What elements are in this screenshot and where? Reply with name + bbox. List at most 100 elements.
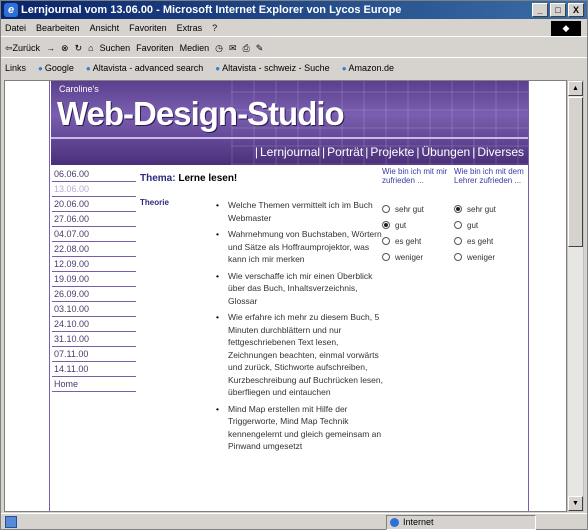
date-link[interactable]: 31.10.00: [52, 332, 136, 347]
date-list: 06.06.00 13.06.00 20.06.00 27.06.00 04.0…: [52, 167, 136, 392]
survey-option[interactable]: weniger: [454, 249, 526, 265]
date-link[interactable]: 03.10.00: [52, 302, 136, 317]
menu-datei[interactable]: Datei: [5, 19, 26, 36]
radio-button[interactable]: [382, 237, 390, 245]
self-rating-question: Wie bin ich mit mir zufrieden ...: [382, 167, 448, 185]
date-link[interactable]: 24.10.00: [52, 317, 136, 332]
radio-button[interactable]: [454, 237, 462, 245]
nav-portraet[interactable]: Porträt: [327, 145, 363, 159]
date-link[interactable]: 04.07.00: [52, 227, 136, 242]
list-item: Wahrnehmung von Buchstaben, Wörtern und …: [216, 228, 386, 266]
page-icon: [5, 516, 17, 528]
scroll-down-icon[interactable]: ▼: [568, 496, 583, 511]
theme-value: Lerne lesen!: [178, 173, 238, 184]
history-icon[interactable]: ◷: [215, 38, 223, 57]
radio-button[interactable]: [382, 253, 390, 261]
vertical-scrollbar[interactable]: ▲ ▼: [567, 80, 584, 512]
survey-option[interactable]: gut: [454, 217, 526, 233]
banner-small-text: Caroline's: [59, 84, 99, 94]
status-bar: Internet: [1, 513, 587, 530]
radio-button[interactable]: [382, 205, 390, 213]
media-button[interactable]: Medien: [180, 38, 210, 57]
date-link[interactable]: 06.06.00: [52, 167, 136, 182]
survey-option[interactable]: sehr gut: [382, 201, 454, 217]
radio-button-selected[interactable]: [382, 221, 390, 229]
date-link[interactable]: 14.11.00: [52, 362, 136, 377]
link-altavista-advanced[interactable]: Altavista - advanced search: [86, 59, 204, 78]
date-link[interactable]: 20.06.00: [52, 197, 136, 212]
favorites-button[interactable]: Favoriten: [136, 38, 174, 57]
minimize-button[interactable]: _: [532, 3, 548, 17]
theme-heading: Thema: Lerne lesen!: [140, 173, 237, 184]
scroll-thumb[interactable]: [568, 97, 583, 247]
survey-option[interactable]: es geht: [382, 233, 454, 249]
survey-option[interactable]: weniger: [382, 249, 454, 265]
nav-uebungen[interactable]: Übungen: [421, 145, 470, 159]
date-link[interactable]: 12.09.00: [52, 257, 136, 272]
list-item: Mind Map erstellen mit Hilfe der Trigger…: [216, 403, 386, 453]
close-button[interactable]: X: [568, 3, 584, 17]
list-item: Wie verschaffe ich mir einen Überblick ü…: [216, 270, 386, 308]
banner-title: Web-Design-Studio: [57, 95, 345, 132]
site-banner: Caroline's Web-Design-Studio | Lernjourna…: [51, 81, 528, 165]
main-nav: | Lernjournal | Porträt | Projekte | Übungen…: [254, 145, 524, 159]
theory-list: Welche Themen vermittelt ich im Buch Web…: [216, 199, 386, 457]
link-altavista-schweiz[interactable]: Altavista - schweiz - Suche: [215, 59, 330, 78]
teacher-rating-survey: Wie bin ich mit dem Lehrer zufrieden ...…: [454, 167, 526, 265]
mail-icon[interactable]: ✉: [229, 38, 237, 57]
menu-extras[interactable]: Extras: [177, 19, 203, 36]
theme-label: Thema:: [140, 173, 176, 184]
title-bar: e Lernjournal vom 13.06.00 - Microsoft I…: [1, 1, 587, 19]
nav-lernjournal[interactable]: Lernjournal: [260, 145, 320, 159]
menu-bearbeiten[interactable]: Bearbeiten: [36, 19, 80, 36]
teacher-rating-question: Wie bin ich mit dem Lehrer zufrieden ...: [454, 167, 524, 185]
date-link[interactable]: 22.08.00: [52, 242, 136, 257]
toolbar: ⇦Zurück → ⊗ ↻ ⌂ Suchen Favoriten Medien …: [1, 38, 587, 58]
window-title: Lernjournal vom 13.06.00 - Microsoft Int…: [21, 4, 402, 16]
nav-diverses[interactable]: Diverses: [477, 145, 524, 159]
home-icon[interactable]: ⌂: [88, 38, 93, 57]
date-link[interactable]: 26.09.00: [52, 287, 136, 302]
home-link[interactable]: Home: [52, 377, 136, 392]
links-label: Links: [5, 63, 27, 73]
forward-button[interactable]: →: [46, 38, 55, 57]
list-item: Welche Themen vermittelt ich im Buch Web…: [216, 199, 386, 224]
browser-window: e Lernjournal vom 13.06.00 - Microsoft I…: [0, 0, 588, 530]
search-button[interactable]: Suchen: [100, 38, 131, 57]
menu-bar: Datei Bearbeiten Ansicht Favoriten Extra…: [1, 19, 587, 37]
throbber-icon: ◆: [551, 21, 581, 36]
maximize-button[interactable]: □: [550, 3, 566, 17]
nav-projekte[interactable]: Projekte: [370, 145, 414, 159]
date-link[interactable]: 19.09.00: [52, 272, 136, 287]
radio-button[interactable]: [454, 253, 462, 261]
page-viewport: Caroline's Web-Design-Studio | Lernjourna…: [4, 80, 567, 512]
window-controls: _ □ X: [532, 3, 584, 17]
security-zone: Internet: [386, 515, 536, 530]
ie-logo-icon: e: [4, 3, 18, 17]
self-rating-survey: Wie bin ich mit mir zufrieden ... sehr g…: [382, 167, 454, 265]
date-link[interactable]: 07.11.00: [52, 347, 136, 362]
print-icon[interactable]: ⎙: [243, 38, 250, 57]
stop-icon[interactable]: ⊗: [61, 38, 69, 57]
link-google[interactable]: Google: [38, 59, 74, 78]
edit-icon[interactable]: ✎: [256, 38, 264, 57]
radio-button[interactable]: [454, 221, 462, 229]
menu-favoriten[interactable]: Favoriten: [129, 19, 167, 36]
survey-option[interactable]: es geht: [454, 233, 526, 249]
section-label: Theorie: [140, 198, 169, 207]
page-content: Caroline's Web-Design-Studio | Lernjourna…: [49, 81, 529, 511]
menu-help[interactable]: ?: [212, 19, 217, 36]
scroll-up-icon[interactable]: ▲: [568, 81, 583, 96]
banner-divider: [51, 137, 528, 139]
survey-option[interactable]: gut: [382, 217, 454, 233]
list-item: Wie erfahre ich mehr zu diesem Buch, 5 M…: [216, 311, 386, 399]
survey-option[interactable]: sehr gut: [454, 201, 526, 217]
date-link[interactable]: 27.06.00: [52, 212, 136, 227]
date-link-current[interactable]: 13.06.00: [52, 182, 136, 197]
back-button[interactable]: ⇦Zurück: [5, 38, 40, 57]
radio-button-selected[interactable]: [454, 205, 462, 213]
refresh-icon[interactable]: ↻: [75, 38, 83, 57]
menu-ansicht[interactable]: Ansicht: [90, 19, 120, 36]
links-bar: Links Google Altavista - advanced search…: [1, 59, 587, 78]
link-amazon[interactable]: Amazon.de: [342, 59, 395, 78]
